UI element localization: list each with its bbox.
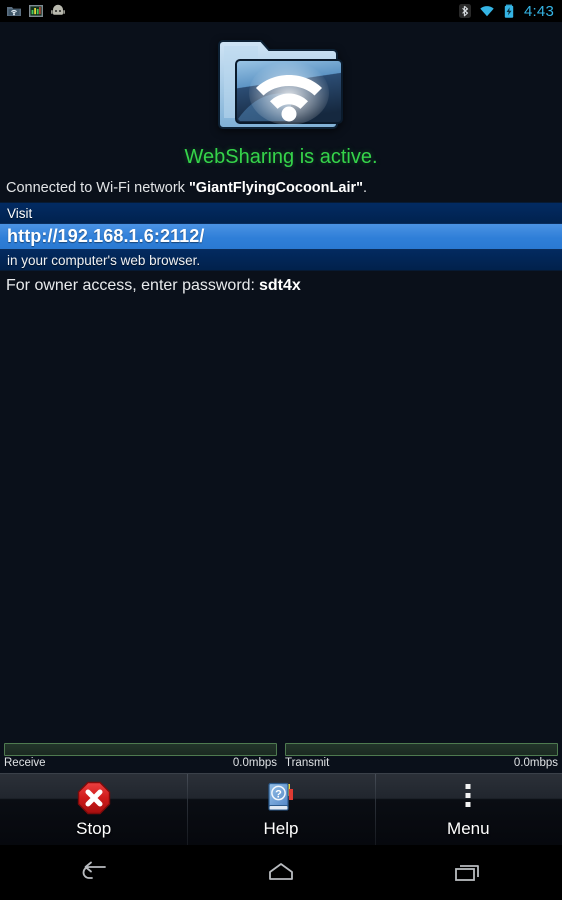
android-robot-notification-icon — [51, 4, 65, 15]
websharing-folder-wifi-icon — [0, 30, 562, 140]
receive-progress-bar — [4, 743, 277, 756]
connected-prefix: Connected to Wi-Fi network — [6, 180, 189, 196]
owner-password-line: For owner access, enter password: sdt4x — [6, 272, 556, 300]
overflow-dots-icon — [451, 780, 485, 816]
receive-meter: Receive 0.0mbps — [0, 740, 281, 773]
websharing-folder-notification-icon — [7, 7, 21, 16]
back-arrow-icon — [82, 861, 106, 879]
stop-button-label: Stop — [76, 819, 112, 838]
status-bar-system-icons: 4:43 — [457, 3, 562, 20]
recents-button[interactable] — [375, 845, 562, 900]
app-screen: 4:43 WebSharing is active. Connected to … — [0, 0, 562, 900]
transmit-label: Transmit — [285, 757, 330, 769]
transmit-rate: 0.0mbps — [513, 757, 558, 769]
help-button[interactable]: ? Help — [187, 774, 374, 846]
recents-icon — [455, 864, 480, 881]
receive-label: Receive — [4, 757, 46, 769]
action-button-bar: Stop ? Help Menu — [0, 773, 562, 846]
help-button-label: Help — [263, 819, 299, 838]
status-bar-clock: 4:43 — [524, 2, 554, 20]
back-button[interactable] — [0, 845, 187, 900]
battery-charging-icon — [504, 4, 514, 18]
menu-button-label: Menu — [447, 819, 490, 838]
network-name: "GiantFlyingCocoonLair" — [188, 180, 363, 196]
transmit-progress-bar — [285, 743, 558, 756]
bluetooth-icon — [459, 4, 471, 18]
system-navigation-bar — [0, 845, 562, 900]
password-prefix-label: For owner access, enter password: — [6, 277, 255, 294]
help-book-icon: ? — [264, 780, 298, 816]
status-bar: 4:43 — [0, 0, 562, 22]
menu-button[interactable]: Menu — [374, 774, 562, 846]
visit-label: Visit — [7, 205, 33, 221]
connected-suffix: . — [363, 180, 368, 196]
transfer-meters: Receive 0.0mbps Transmit 0.0mbps — [0, 740, 562, 773]
home-icon — [269, 862, 293, 880]
visit-label-band: Visit — [0, 202, 562, 223]
password-value: sdt4x — [259, 277, 301, 294]
status-bar-notifications — [0, 3, 66, 19]
svg-text:?: ? — [275, 788, 282, 800]
main-content: WebSharing is active. Connected to Wi-Fi… — [0, 22, 562, 773]
browser-hint-band: in your computer's web browser. — [0, 250, 562, 271]
status-message: WebSharing is active. — [184, 146, 378, 168]
home-button[interactable] — [187, 845, 374, 900]
server-url-band[interactable]: http://192.168.1.6:2112/ — [0, 223, 562, 250]
wifi-signal-icon — [480, 6, 494, 17]
bar-chart-notification-icon — [29, 5, 43, 17]
stop-button[interactable]: Stop — [0, 774, 187, 845]
stop-octagon-icon — [77, 780, 111, 816]
transmit-meter: Transmit 0.0mbps — [281, 740, 562, 773]
browser-hint-label: in your computer's web browser. — [7, 252, 201, 268]
connected-network-line: Connected to Wi-Fi network "GiantFlyingC… — [6, 178, 556, 198]
server-url[interactable]: http://192.168.1.6:2112/ — [0, 226, 205, 247]
receive-rate: 0.0mbps — [232, 757, 277, 769]
